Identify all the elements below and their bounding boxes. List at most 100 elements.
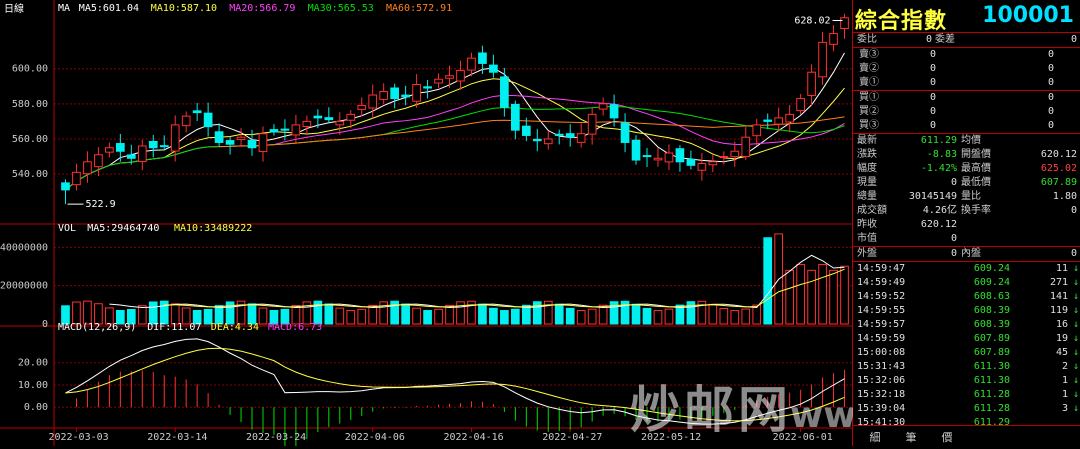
tab-detail[interactable]: 細	[867, 429, 883, 444]
volume-bar	[653, 310, 663, 325]
tick-price: 611.28	[973, 389, 1010, 400]
stat-label: 市值	[857, 233, 877, 244]
volume-bar	[247, 303, 257, 325]
candle-body	[675, 148, 685, 163]
tick-row: 14:59:49 609.24 271 ↓	[853, 276, 1080, 290]
book-level-label: 買②	[859, 106, 879, 117]
tick-time: 14:59:59	[857, 333, 906, 344]
volume-bar	[489, 307, 498, 325]
tick-list[interactable]: 14:59:47 609.24 11 ↓ 14:59:49 609.24 271 ↓ 14:59…	[853, 262, 1080, 430]
ma-legend-label: MA	[58, 3, 70, 14]
volume-legend-label: MA5:29464740	[87, 223, 159, 234]
candle-body	[818, 41, 827, 78]
tick-time: 14:59:57	[857, 319, 906, 330]
stat-row: 總量 30145149 量比 1.80	[853, 190, 1080, 204]
tick-price: 609.24	[973, 263, 1010, 274]
volume-bar	[83, 300, 92, 325]
book-level-volume: 0	[1047, 92, 1054, 103]
candle-body	[576, 133, 586, 143]
stat-label: 昨收	[857, 219, 877, 230]
stat-value: 0	[1070, 205, 1077, 216]
candle-body	[829, 33, 838, 45]
tab-price[interactable]: 價	[939, 429, 955, 444]
volume-bar	[170, 303, 180, 325]
book-level-price: 0	[929, 106, 936, 117]
candle-body	[313, 115, 323, 119]
stat-value: 611.29	[920, 135, 957, 146]
tick-time: 14:59:49	[857, 277, 906, 288]
tick-price: 608.39	[973, 319, 1010, 330]
candle-body	[170, 124, 180, 152]
down-arrow-icon: ↓	[1072, 277, 1079, 288]
down-arrow-icon: ↓	[1072, 319, 1079, 330]
stat-label: 漲跌	[857, 149, 877, 160]
stat-value: -1.42%	[920, 163, 957, 174]
candle-body	[752, 124, 762, 137]
ma-legend-label: MA10:587.10	[151, 3, 217, 14]
tick-row: 14:59:55 608.39 119 ↓	[853, 304, 1080, 318]
index-name: 綜合指數	[855, 9, 948, 34]
candle-body	[609, 104, 619, 119]
period-label: 日線	[4, 2, 24, 15]
book-level-label: 買③	[859, 120, 879, 131]
macd-legend-label: MACD:6.73	[268, 322, 322, 333]
candle-body	[697, 163, 707, 171]
candle-body	[61, 182, 70, 191]
stat-row: 昨收 620.12	[853, 218, 1080, 232]
stat-value: 0	[950, 233, 957, 244]
tick-volume: 1	[1061, 389, 1068, 400]
stat-row: 成交額 4.26亿 換手率 0	[853, 204, 1080, 218]
book-level-volume: 0	[1047, 77, 1054, 88]
candle-body	[192, 110, 202, 114]
stat-value: 30145149	[908, 191, 957, 202]
candle-body	[324, 117, 334, 121]
stat-label: 換手率	[961, 205, 991, 216]
down-arrow-icon: ↓	[1072, 305, 1079, 316]
book-level-volume: 0	[1047, 49, 1054, 60]
volume-bar	[324, 303, 334, 325]
candle-body	[719, 156, 729, 159]
macd-axis-tick: 10.00	[18, 380, 48, 391]
stat-label: 量比	[961, 191, 981, 202]
stat-value: 0	[950, 177, 957, 188]
candle-body	[642, 155, 652, 158]
volume-bar	[335, 307, 345, 325]
volume-bar	[763, 237, 773, 325]
macd-axis-tick: 0.00	[24, 402, 48, 413]
tick-price: 607.89	[973, 347, 1010, 358]
tick-price: 611.30	[973, 375, 1010, 386]
high-price-marker: 628.02	[794, 15, 830, 26]
stat-label: 開盤價	[961, 149, 991, 160]
tick-volume: 2	[1061, 361, 1068, 372]
candle-body	[763, 119, 773, 122]
stat-row: 外盤 0 內盤 0	[853, 247, 1080, 261]
volume-bar	[137, 305, 147, 325]
candle-body	[72, 171, 81, 186]
candle-body	[291, 124, 301, 136]
down-arrow-icon: ↓	[1072, 403, 1079, 414]
macd-legend-label: DIF:11.07	[147, 322, 201, 333]
bid-book: 買① 0 0 買② 0 0 買③ 0 0	[853, 91, 1080, 134]
candle-body	[258, 133, 268, 153]
x-axis-date: 2022-04-27	[542, 432, 602, 443]
candle-body	[807, 71, 816, 96]
volume-bar	[94, 303, 103, 325]
volume-bar	[576, 310, 586, 325]
bid-row: 買③ 0 0	[853, 119, 1080, 133]
candle-body	[368, 94, 378, 109]
volume-bar	[478, 303, 487, 325]
low-price-marker: 522.9	[85, 199, 115, 210]
tick-volume: 3	[1061, 403, 1068, 414]
stat-row: 市值 0	[853, 232, 1080, 247]
ma-legend-label: MA5:601.04	[79, 3, 139, 14]
volume-bar	[840, 265, 849, 325]
stat-row: 漲跌 -8.83 開盤價 620.12	[853, 148, 1080, 162]
tab-trades[interactable]: 筆	[903, 429, 919, 444]
tick-row: 14:59:52 608.63 141 ↓	[853, 290, 1080, 304]
book-level-price: 0	[929, 92, 936, 103]
candle-body	[587, 113, 597, 135]
volume-bar	[148, 301, 158, 325]
tick-price: 608.39	[973, 305, 1010, 316]
quote-stats: 最新 611.29 均價 漲跌 -8.83 開盤價 620.12 幅度 -1.42% 最高價 625…	[853, 134, 1080, 262]
book-level-label: 賣②	[859, 63, 879, 74]
